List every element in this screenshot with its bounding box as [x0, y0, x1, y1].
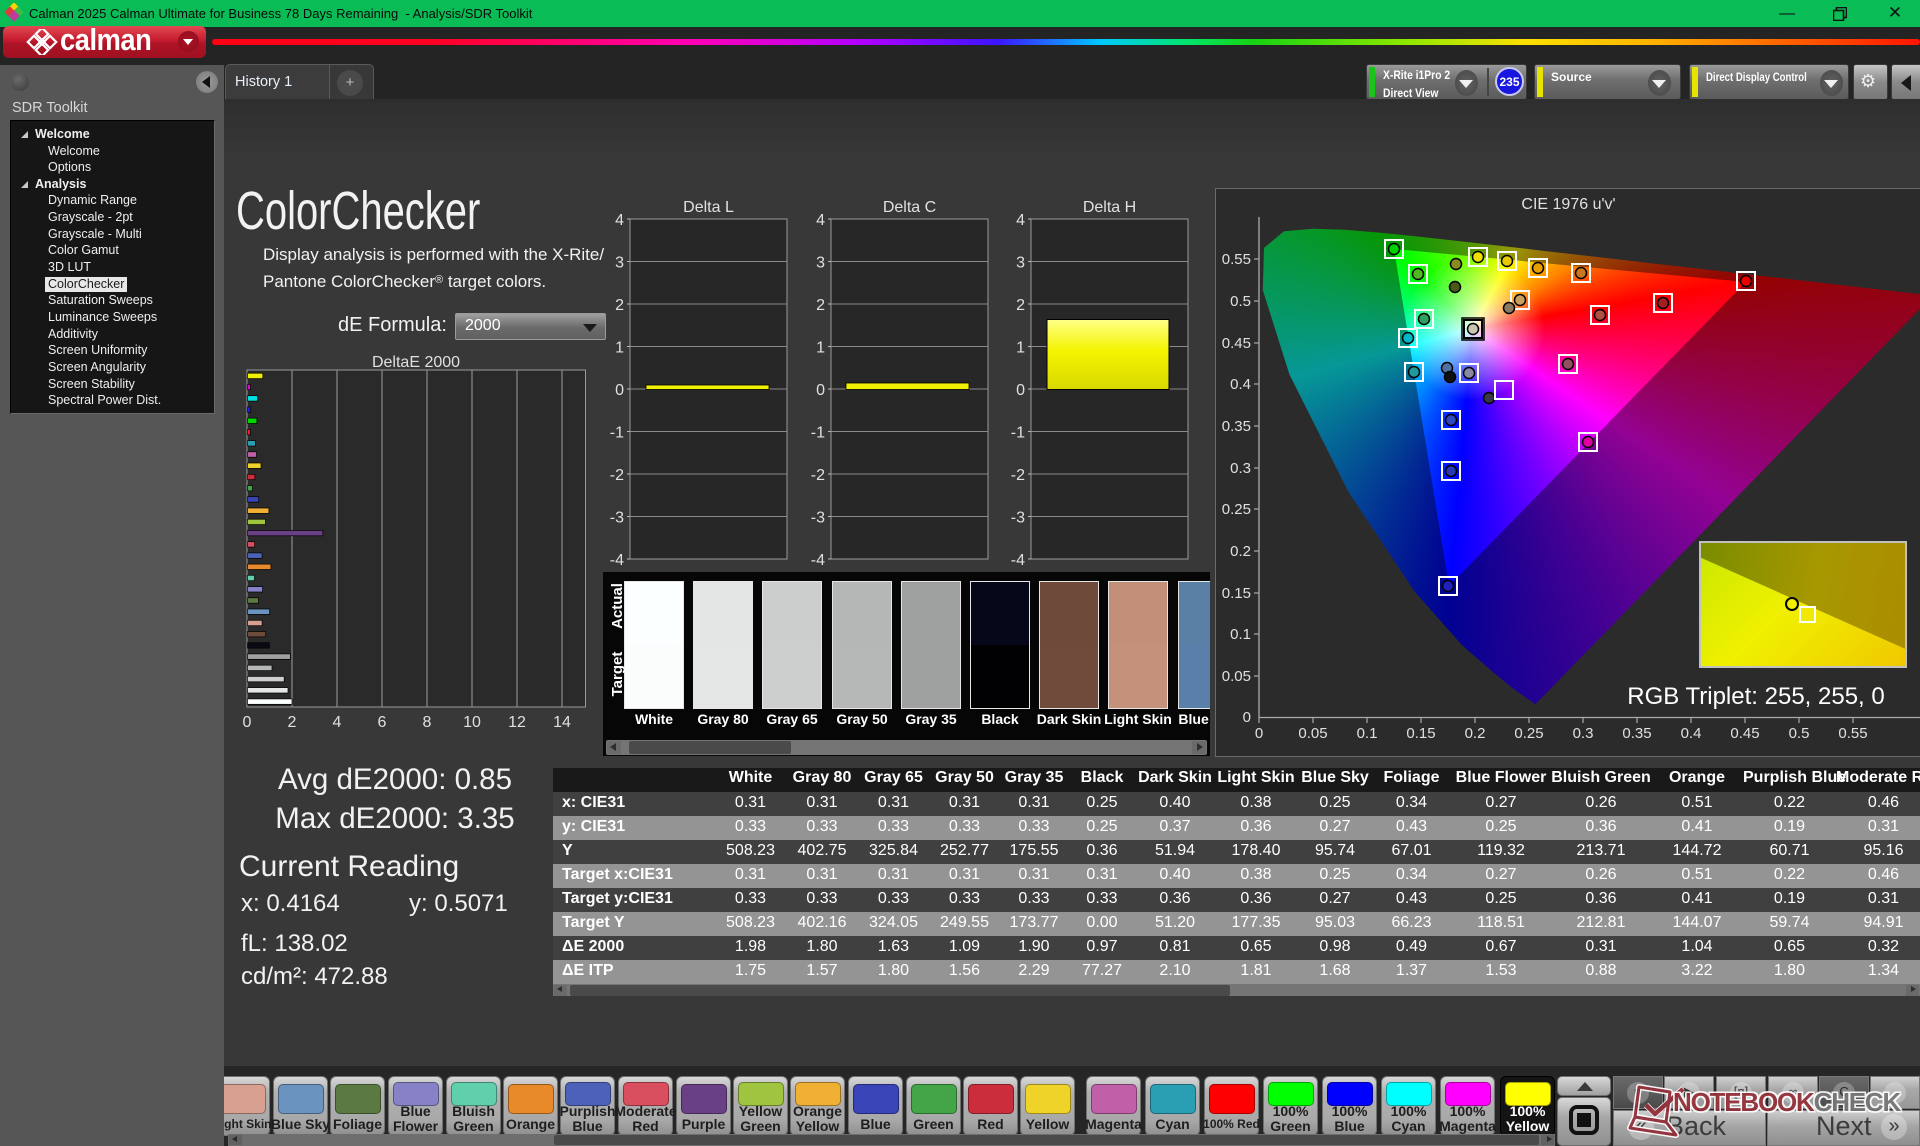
svg-text:4: 4	[1016, 212, 1025, 229]
svg-text:2: 2	[288, 714, 297, 731]
svg-text:2: 2	[1016, 297, 1025, 314]
svg-text:-1: -1	[1011, 425, 1025, 442]
svg-text:4: 4	[333, 714, 342, 731]
svg-text:1: 1	[1016, 340, 1025, 357]
svg-text:-2: -2	[1011, 467, 1025, 484]
svg-text:-4: -4	[811, 552, 825, 569]
svg-text:-4: -4	[610, 552, 624, 569]
svg-text:0: 0	[615, 382, 624, 399]
svg-text:Delta H: Delta H	[1083, 199, 1136, 216]
svg-text:-3: -3	[811, 510, 825, 527]
svg-text:-2: -2	[610, 467, 624, 484]
svg-text:1: 1	[615, 340, 624, 357]
svg-text:10: 10	[463, 714, 481, 731]
svg-text:6: 6	[378, 714, 387, 731]
svg-text:-2: -2	[811, 467, 825, 484]
svg-text:3: 3	[615, 255, 624, 272]
svg-text:-3: -3	[1011, 510, 1025, 527]
svg-text:Delta C: Delta C	[883, 199, 936, 216]
svg-text:2: 2	[816, 297, 825, 314]
svg-text:8: 8	[423, 714, 432, 731]
svg-text:14: 14	[553, 714, 571, 731]
svg-text:-3: -3	[610, 510, 624, 527]
svg-text:-1: -1	[610, 425, 624, 442]
svg-text:3: 3	[1016, 255, 1025, 272]
svg-text:-1: -1	[811, 425, 825, 442]
svg-text:DeltaE 2000: DeltaE 2000	[372, 354, 460, 371]
svg-text:2: 2	[615, 297, 624, 314]
svg-text:4: 4	[615, 212, 624, 229]
svg-text:1: 1	[816, 340, 825, 357]
svg-text:-4: -4	[1011, 552, 1025, 569]
svg-text:0: 0	[1016, 382, 1025, 399]
svg-text:12: 12	[508, 714, 526, 731]
svg-text:Delta L: Delta L	[683, 199, 734, 216]
svg-text:3: 3	[816, 255, 825, 272]
svg-text:0: 0	[243, 714, 252, 731]
svg-text:4: 4	[816, 212, 825, 229]
svg-text:0: 0	[816, 382, 825, 399]
